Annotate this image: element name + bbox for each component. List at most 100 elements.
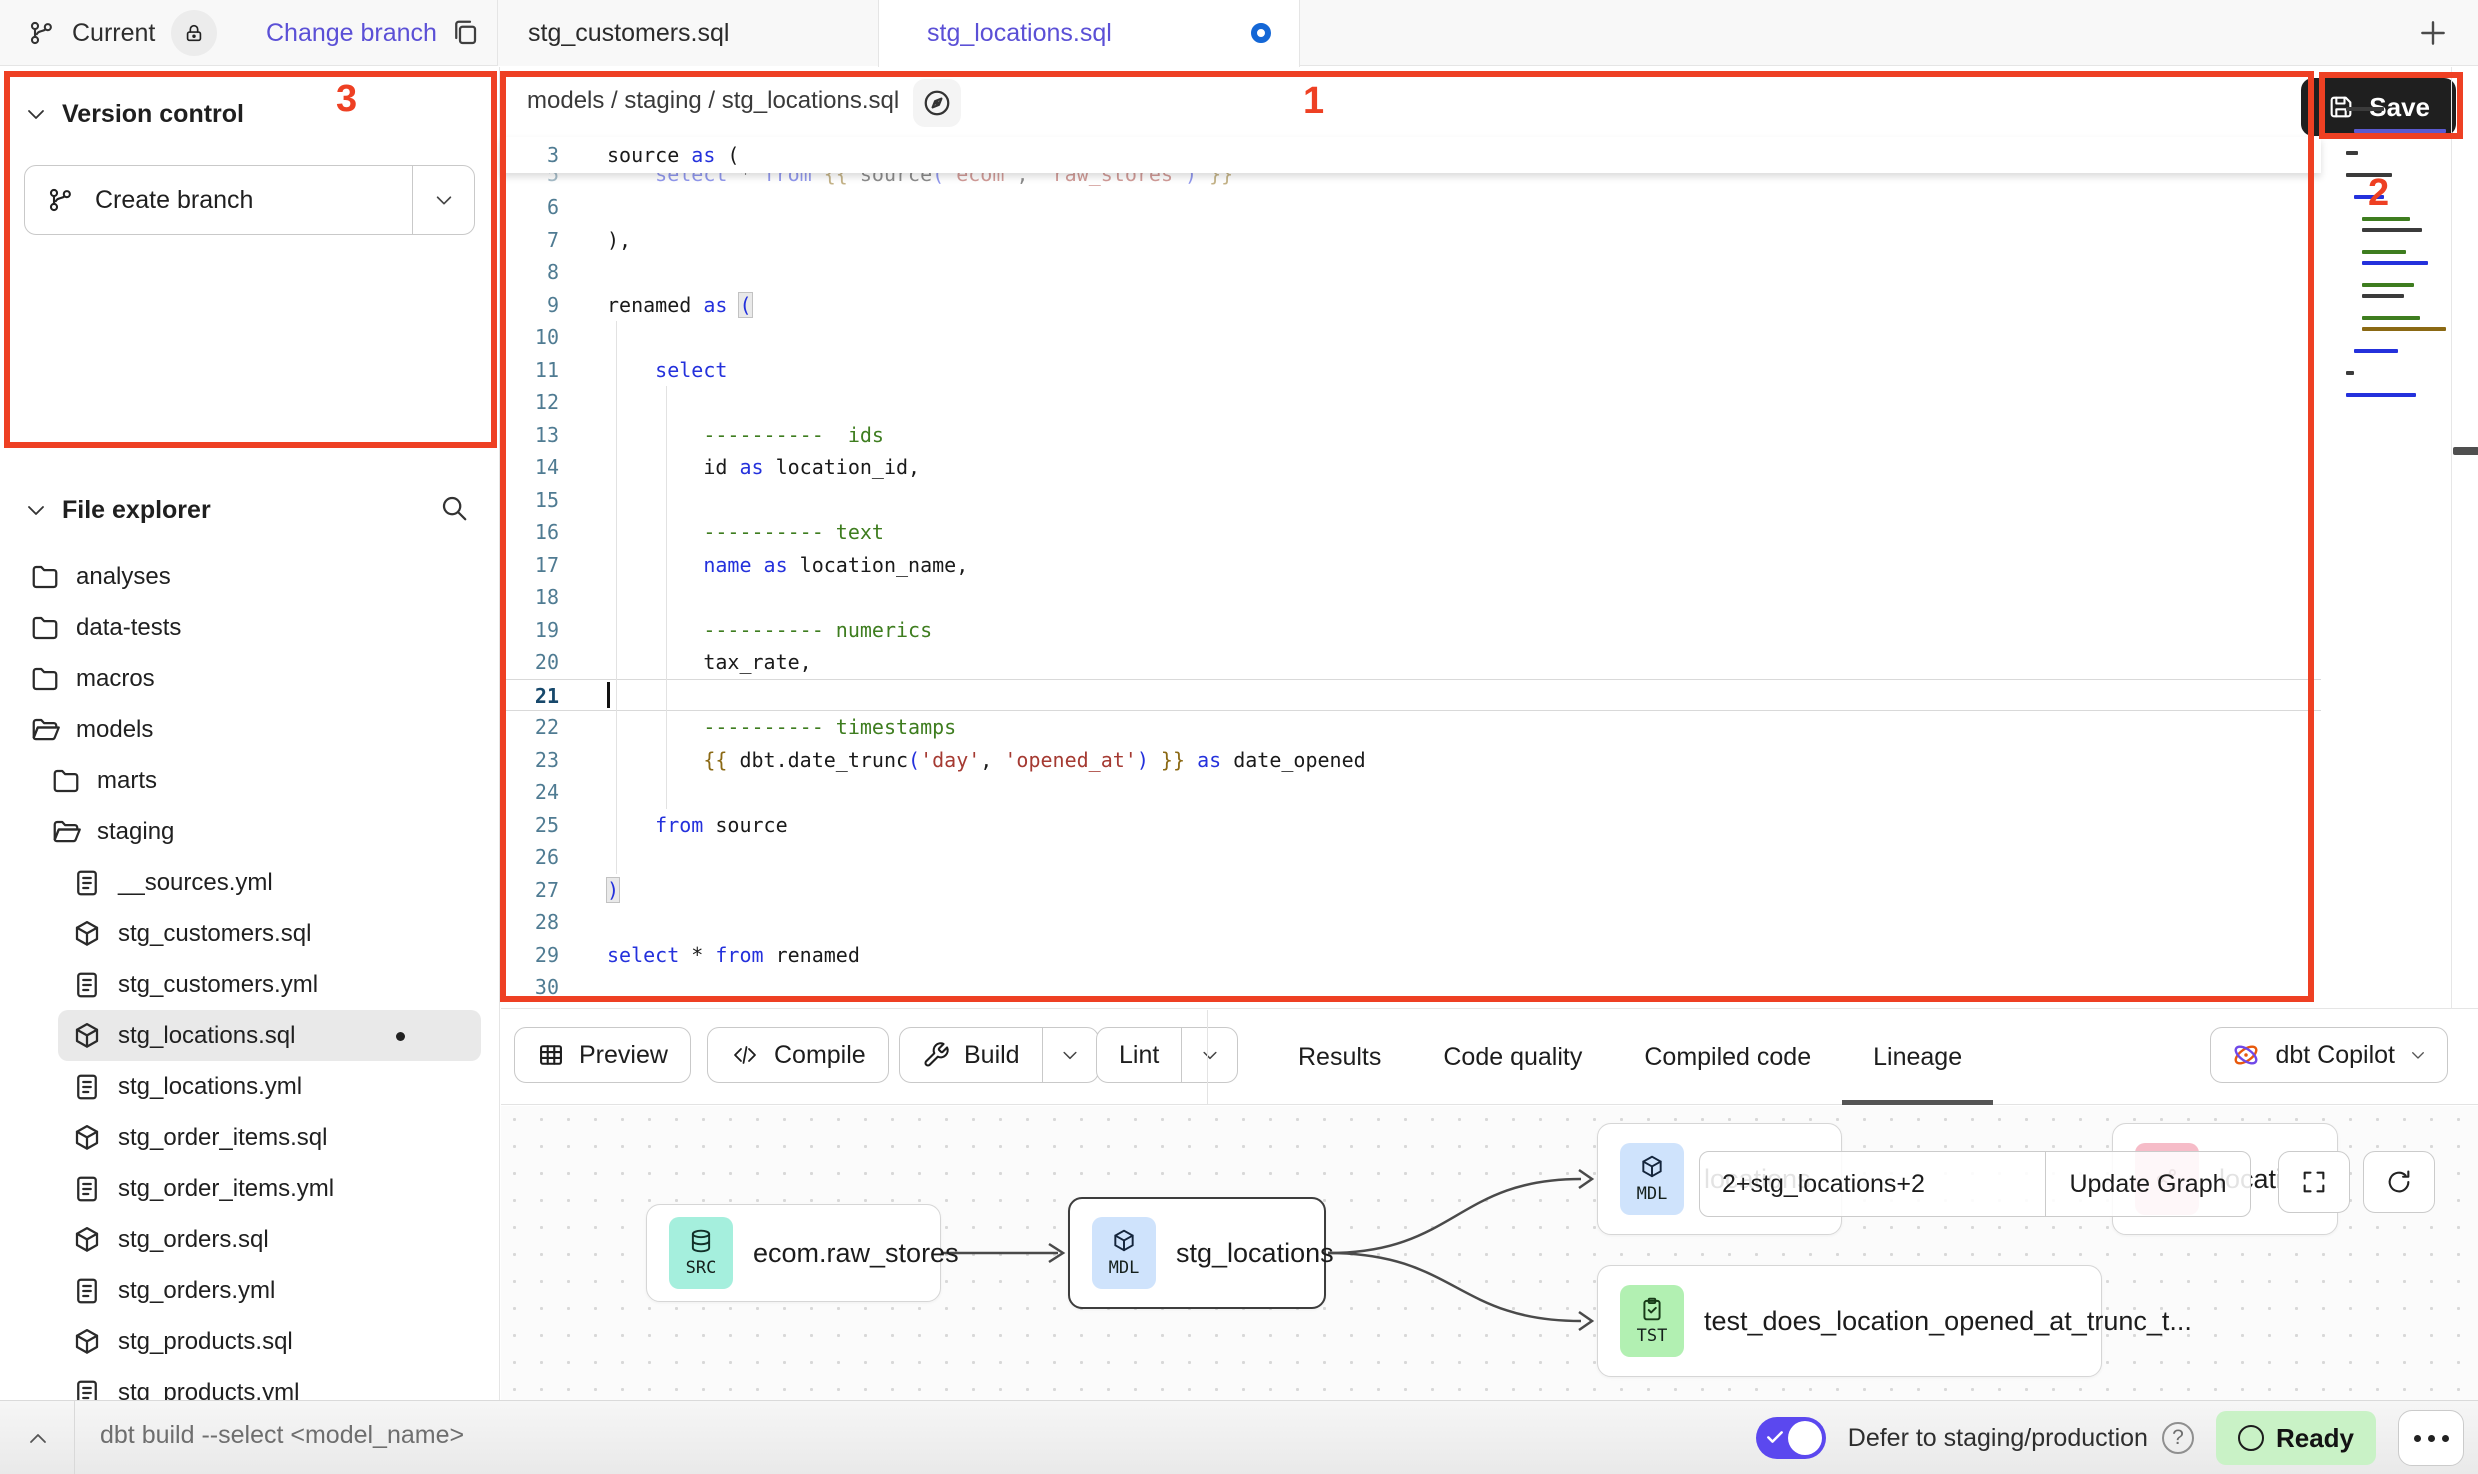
file-item-stg-locations-sql[interactable]: stg_locations.sql (58, 1010, 481, 1061)
code-line-28[interactable]: 28 (501, 906, 2321, 939)
lineage-node-test[interactable]: TST test_does_location_opened_at_trunc_t… (1597, 1265, 2102, 1377)
file-item-data-tests[interactable]: data-tests (0, 602, 499, 653)
code-line-9[interactable]: 9renamed as ( (501, 289, 2321, 322)
file-item-stg-order-items-yml[interactable]: stg_order_items.yml (0, 1163, 499, 1214)
code-line-17[interactable]: 17 name as location_name, (501, 549, 2321, 582)
chevron-up-icon (26, 1427, 50, 1451)
lineage-node-source[interactable]: SRC ecom.raw_stores (646, 1204, 941, 1302)
file-item-staging[interactable]: staging (0, 806, 499, 857)
code-line-7[interactable]: 7), (501, 224, 2321, 257)
file-item-stg-products-sql[interactable]: stg_products.sql (0, 1316, 499, 1367)
more-options-button[interactable] (2398, 1410, 2464, 1466)
code-line-11[interactable]: 11 select (501, 354, 2321, 387)
code-line-13[interactable]: 13 ---------- ids (501, 419, 2321, 452)
code-line-26[interactable]: 26 (501, 841, 2321, 874)
indent-guide (616, 321, 617, 874)
minimap-line (2346, 107, 2384, 111)
lint-button[interactable]: Lint (1096, 1027, 1238, 1083)
code-line-25[interactable]: 25 from source (501, 809, 2321, 842)
code-editor[interactable]: 3source as (5 select * from {{ source('e… (501, 137, 2321, 1009)
code-line-15[interactable]: 15 (501, 484, 2321, 517)
file-item-analyses[interactable]: analyses (0, 551, 499, 602)
tab-lineage[interactable]: Lineage (1842, 1010, 1993, 1105)
tab-code-quality[interactable]: Code quality (1412, 1010, 1613, 1105)
code-line-21[interactable]: 21 (501, 679, 2321, 712)
code-line-14[interactable]: 14 id as location_id, (501, 451, 2321, 484)
code-line-23[interactable]: 23 {{ dbt.date_trunc('day', 'opened_at')… (501, 744, 2321, 777)
lineage-canvas[interactable]: SRC ecom.raw_stores MDL stg_locations MD… (501, 1106, 2478, 1400)
line-content (579, 191, 607, 224)
copilot-inline-button[interactable] (913, 79, 961, 127)
file-item-marts[interactable]: marts (0, 755, 499, 806)
database-icon (688, 1228, 714, 1254)
table-icon (537, 1041, 565, 1069)
code-line-20[interactable]: 20 tax_rate, (501, 646, 2321, 679)
lineage-node-stg-locations[interactable]: MDL stg_locations (1068, 1197, 1326, 1309)
lineage-selector-input[interactable]: 2+stg_locations+2 (1700, 1152, 2045, 1216)
code-line-5[interactable]: 5 select * from {{ source('ecom', 'raw_s… (501, 173, 2321, 191)
file-item-stg-orders-sql[interactable]: stg_orders.sql (0, 1214, 499, 1265)
code-line-30[interactable]: 30 (501, 971, 2321, 1004)
code-line-27[interactable]: 27) (501, 874, 2321, 907)
version-control-header[interactable]: Version control (0, 85, 499, 143)
create-branch-dropdown[interactable] (412, 166, 474, 234)
minimap-line (2346, 151, 2358, 155)
new-tab-button[interactable] (2414, 14, 2452, 52)
file-item-models[interactable]: models (0, 704, 499, 755)
refresh-graph-button[interactable] (2363, 1151, 2435, 1213)
file-item-stg-customers-sql[interactable]: stg_customers.sql (0, 908, 499, 959)
copy-branch-button[interactable] (446, 14, 484, 52)
file-item-stg-order-items-sql[interactable]: stg_order_items.sql (0, 1112, 499, 1163)
code-line-10[interactable]: 10 (501, 321, 2321, 354)
preview-button[interactable]: Preview (514, 1027, 691, 1083)
code-line-29[interactable]: 29select * from renamed (501, 939, 2321, 972)
tab-results[interactable]: Results (1267, 1010, 1412, 1105)
code-line-6[interactable]: 6 (501, 191, 2321, 224)
file-item-macros[interactable]: macros (0, 653, 499, 704)
create-branch-button[interactable]: Create branch (24, 165, 475, 235)
build-dropdown[interactable] (1042, 1028, 1098, 1082)
indent-guide (666, 386, 667, 809)
branch-indicator[interactable]: Current (28, 0, 217, 66)
file-item--sources-yml[interactable]: __sources.yml (0, 857, 499, 908)
file-item-stg-locations-yml[interactable]: stg_locations.yml (0, 1061, 499, 1112)
minimap[interactable] (2346, 107, 2446, 437)
line-content: select * from renamed (579, 939, 860, 972)
code-line-16[interactable]: 16 ---------- text (501, 516, 2321, 549)
panel-resize-handle[interactable] (2453, 447, 2478, 455)
code-line-22[interactable]: 22 ---------- timestamps (501, 711, 2321, 744)
file-search-button[interactable] (439, 493, 475, 529)
file-explorer-header[interactable]: File explorer (0, 481, 499, 539)
code-line-19[interactable]: 19 ---------- numerics (501, 614, 2321, 647)
code-line-8[interactable]: 8 (501, 256, 2321, 289)
line-content: select (579, 354, 727, 387)
help-icon[interactable]: ? (2162, 1422, 2194, 1454)
change-branch-link[interactable]: Change branch (266, 0, 437, 66)
defer-toggle[interactable] (1756, 1417, 1826, 1459)
file-item-stg-customers-yml[interactable]: stg_customers.yml (0, 959, 499, 1010)
model-icon (72, 1021, 102, 1051)
lint-dropdown[interactable] (1181, 1028, 1237, 1082)
line-number: 12 (501, 386, 579, 419)
tab-stg-locations[interactable]: stg_locations.sql (878, 0, 1300, 67)
dbt-copilot-button[interactable]: dbt Copilot (2210, 1027, 2448, 1083)
line-number: 24 (501, 776, 579, 809)
file-icon (72, 1276, 102, 1306)
sidebar: Version control Create branch File explo… (0, 67, 500, 1400)
code-line-18[interactable]: 18 (501, 581, 2321, 614)
fullscreen-button[interactable] (2278, 1151, 2350, 1213)
code-line-12[interactable]: 12 (501, 386, 2321, 419)
compile-button[interactable]: Compile (707, 1027, 889, 1083)
expand-command-bar-button[interactable] (18, 1419, 58, 1459)
code-line-24[interactable]: 24 (501, 776, 2321, 809)
update-graph-button[interactable]: Update Graph (2045, 1152, 2250, 1216)
statusbar-divider (74, 1401, 75, 1474)
tab-stg-customers[interactable]: stg_customers.sql (497, 0, 878, 66)
tab-compiled-code[interactable]: Compiled code (1613, 1010, 1842, 1105)
command-input[interactable]: dbt build --select <model_name> (100, 1421, 464, 1450)
file-item-stg-orders-yml[interactable]: stg_orders.yml (0, 1265, 499, 1316)
model-icon (72, 1225, 102, 1255)
branch-locked-pill (171, 10, 217, 56)
code-line-3[interactable]: 3source as ( (501, 137, 2321, 173)
build-button[interactable]: Build (899, 1027, 1099, 1083)
